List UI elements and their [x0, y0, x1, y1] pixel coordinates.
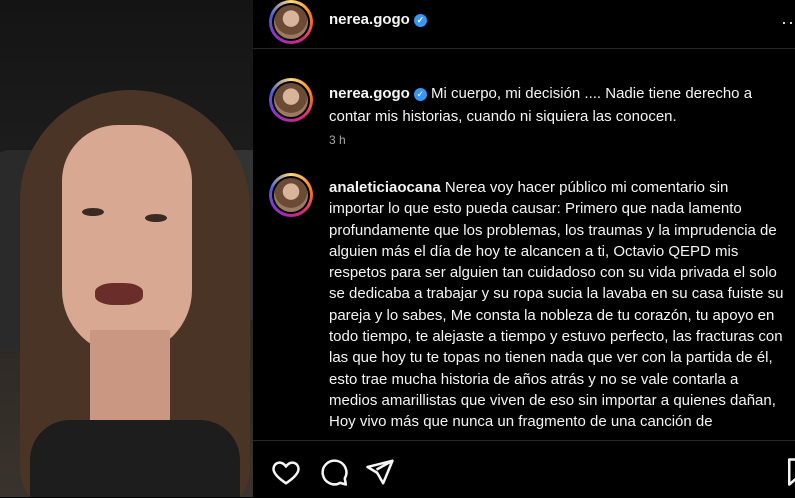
- post-timestamp[interactable]: 3 h: [329, 133, 346, 147]
- post-caption: nerea.gogo ✓ Mi cuerpo, mi decisión .... …: [329, 82, 784, 128]
- verified-badge-icon: ✓: [413, 88, 427, 101]
- comment: analeticiaocana Nerea voy hacer público …: [329, 177, 787, 439]
- person-face: [62, 125, 192, 355]
- person-eye-left: [82, 208, 104, 216]
- commenter-username[interactable]: analeticiaocana: [329, 179, 441, 196]
- action-bar: [253, 440, 795, 498]
- author-avatar[interactable]: [269, 0, 313, 44]
- more-options-icon[interactable]: ···: [781, 12, 795, 33]
- person-eye-right: [145, 214, 167, 222]
- header-username[interactable]: nerea.gogo ✓: [329, 11, 427, 28]
- video-player[interactable]: [0, 0, 253, 497]
- share-icon[interactable]: [365, 457, 395, 487]
- comment-text: Nerea voy hacer público mi comentario si…: [329, 179, 784, 431]
- verified-badge-icon: ✓: [413, 14, 427, 27]
- caption-username[interactable]: nerea.gogo: [329, 85, 410, 102]
- person-mouth: [95, 283, 143, 305]
- heart-icon[interactable]: [271, 457, 301, 487]
- bookmark-icon[interactable]: [783, 457, 795, 487]
- commenter-avatar[interactable]: [269, 173, 313, 217]
- person-shirt: [30, 420, 240, 497]
- comment-icon[interactable]: [319, 457, 349, 487]
- person-neck: [90, 330, 170, 430]
- post-panel: nerea.gogo✓ ··· nerea.gogo✓ Mi cuerpo, m…: [253, 0, 795, 497]
- caption-avatar[interactable]: [269, 78, 313, 122]
- post-header: nerea.gogo✓ ···: [253, 0, 795, 49]
